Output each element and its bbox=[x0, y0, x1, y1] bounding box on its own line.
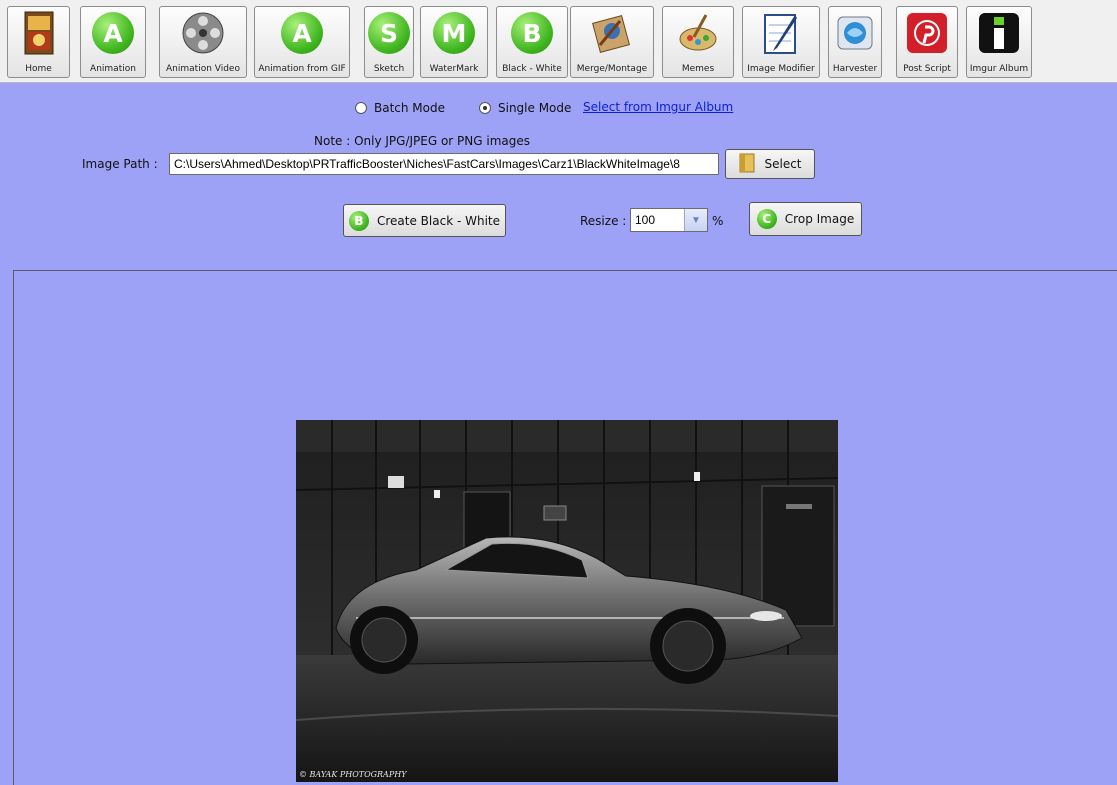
crop-image-label: Crop Image bbox=[784, 212, 855, 226]
animation-gif-button[interactable]: A Animation from GIF bbox=[254, 6, 350, 78]
merge-montage-button[interactable]: Merge/Montage bbox=[570, 6, 654, 78]
watermark-button[interactable]: M WaterMark bbox=[420, 6, 488, 78]
harvester-button[interactable]: Harvester bbox=[828, 6, 882, 78]
resize-label: Resize : bbox=[580, 214, 627, 228]
photo-watermark: © BAYAK PHOTOGRAPHY bbox=[299, 770, 407, 779]
post-script-label: Post Script bbox=[903, 64, 951, 74]
memes-label: Memes bbox=[681, 64, 715, 74]
memes-icon bbox=[675, 10, 721, 56]
animation-video-label: Animation Video bbox=[166, 64, 240, 74]
image-path-label: Image Path : bbox=[82, 157, 158, 171]
select-button-label: Select bbox=[764, 157, 802, 171]
merge-icon bbox=[589, 10, 635, 56]
black-white-label: Black - White bbox=[502, 64, 562, 74]
memes-button[interactable]: Memes bbox=[662, 6, 734, 78]
controls-panel: Batch Mode Single Mode Select from Imgur… bbox=[0, 83, 1117, 270]
image-modifier-button[interactable]: Image Modifier bbox=[742, 6, 820, 78]
crop-image-button[interactable]: C Crop Image bbox=[749, 202, 862, 236]
create-black-white-button[interactable]: B Create Black - White bbox=[343, 204, 506, 237]
watermark-icon: M bbox=[431, 10, 477, 56]
car-photo bbox=[296, 420, 838, 782]
note-text: Note : Only JPG/JPEG or PNG images bbox=[314, 134, 531, 148]
sketch-label: Sketch bbox=[373, 64, 405, 74]
create-black-white-label: Create Black - White bbox=[376, 213, 500, 228]
notepad-pen-icon bbox=[758, 10, 804, 56]
imgur-album-button[interactable]: Imgur Album bbox=[966, 6, 1032, 78]
animation-gif-label: Animation from GIF bbox=[258, 64, 346, 74]
batch-mode-label: Batch Mode bbox=[374, 101, 446, 115]
harvester-label: Harvester bbox=[832, 64, 878, 74]
resize-value: 100 bbox=[635, 213, 656, 227]
resize-unit: % bbox=[712, 214, 724, 228]
preview-image: © BAYAK PHOTOGRAPHY bbox=[296, 420, 838, 782]
animation-video-button[interactable]: Animation Video bbox=[159, 6, 247, 78]
sketch-icon: S bbox=[366, 10, 412, 56]
folder-icon bbox=[738, 152, 756, 177]
animation-gif-icon: A bbox=[279, 10, 325, 56]
crop-small-icon: C bbox=[756, 209, 777, 229]
select-button[interactable]: Select bbox=[725, 149, 815, 179]
animation-icon: A bbox=[90, 10, 136, 56]
black-white-small-icon: B bbox=[348, 210, 369, 231]
animation-button[interactable]: A Animation bbox=[80, 6, 146, 78]
single-mode-label: Single Mode bbox=[498, 101, 572, 115]
merge-montage-label: Merge/Montage bbox=[576, 64, 648, 74]
home-icon bbox=[16, 10, 62, 56]
harvester-icon bbox=[832, 10, 878, 56]
batch-mode-radio[interactable]: Batch Mode bbox=[355, 101, 445, 115]
animation-label: Animation bbox=[90, 64, 136, 74]
watermark-label: WaterMark bbox=[429, 64, 479, 74]
sketch-button[interactable]: S Sketch bbox=[364, 6, 414, 78]
imgur-album-label: Imgur Album bbox=[969, 64, 1029, 74]
image-modifier-label: Image Modifier bbox=[747, 64, 815, 74]
imgur-icon bbox=[976, 10, 1022, 56]
chevron-down-icon[interactable]: ▼ bbox=[684, 209, 707, 231]
black-white-button[interactable]: B Black - White bbox=[496, 6, 568, 78]
film-reel-icon bbox=[180, 10, 226, 56]
image-path-input[interactable]: C:\Users\Ahmed\Desktop\PRTrafficBooster\… bbox=[169, 153, 719, 175]
radio-unchecked-icon bbox=[355, 102, 367, 114]
single-mode-radio[interactable]: Single Mode bbox=[479, 101, 571, 115]
post-script-button[interactable]: Post Script bbox=[896, 6, 958, 78]
pinterest-icon bbox=[904, 10, 950, 56]
home-label: Home bbox=[25, 64, 52, 74]
black-white-icon: B bbox=[509, 10, 555, 56]
radio-checked-icon bbox=[479, 102, 491, 114]
toolbar: Home A Animation Animation Video A Anima… bbox=[0, 0, 1117, 83]
resize-select[interactable]: 100 ▼ bbox=[630, 208, 708, 232]
imgur-album-link[interactable]: Select from Imgur Album bbox=[583, 100, 733, 114]
home-button[interactable]: Home bbox=[7, 6, 70, 78]
